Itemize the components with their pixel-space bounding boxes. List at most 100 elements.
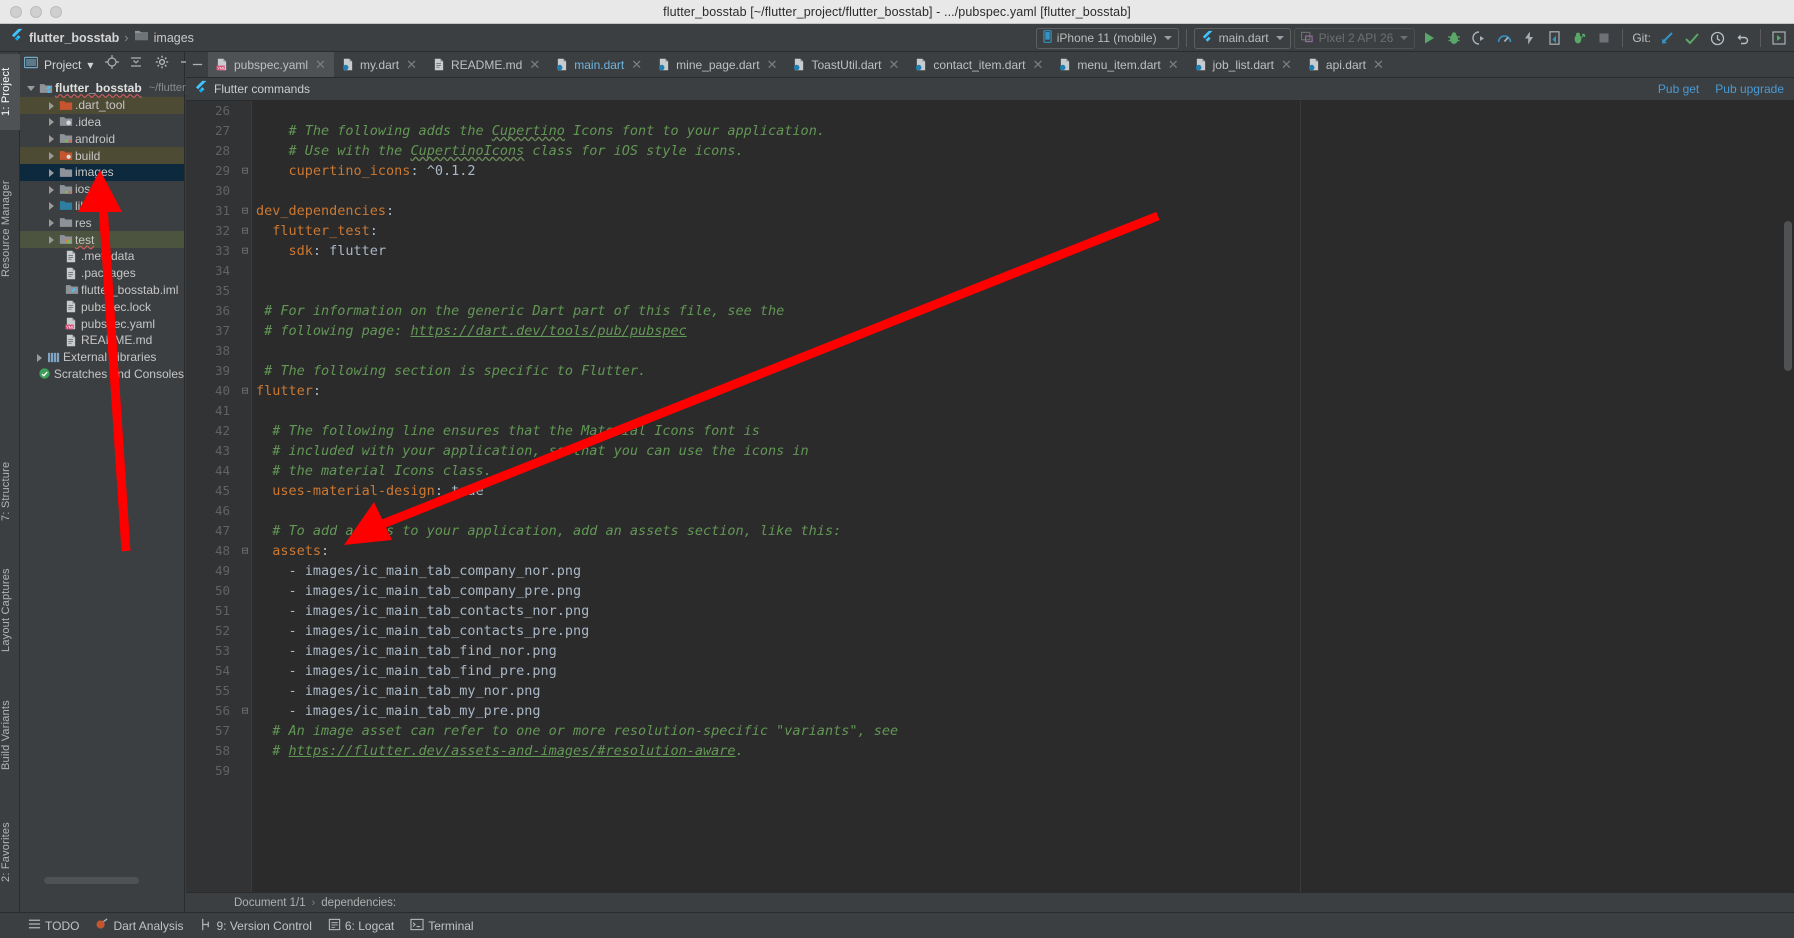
rail-item-resource-manager[interactable]: Resource Manager <box>0 160 20 298</box>
status-item-version-control[interactable]: 9: Version Control <box>199 918 312 934</box>
code-line[interactable]: 45 uses-material-design: true <box>186 481 1794 501</box>
breadcrumb-project[interactable]: flutter_bosstab <box>29 31 119 45</box>
history-icon[interactable] <box>1706 27 1728 49</box>
debug-icon[interactable] <box>1443 27 1465 49</box>
close-icon[interactable]: ✕ <box>1032 57 1043 73</box>
chevron-right-icon[interactable] <box>47 134 56 144</box>
search-everywhere-icon[interactable] <box>1768 27 1790 49</box>
hide-tabs-icon[interactable] <box>186 52 208 77</box>
attach-debugger-icon[interactable] <box>1543 27 1565 49</box>
code-line[interactable]: 27 # The following adds the Cupertino Ic… <box>186 121 1794 141</box>
code-line[interactable]: 33 ⊟ sdk: flutter <box>186 241 1794 261</box>
tree-row-flutter-bosstab[interactable]: flutter_bosstab ~/flutter_ <box>20 80 192 97</box>
chevron-right-icon[interactable] <box>47 101 56 110</box>
tab-toastutil-dart[interactable]: ToastUtil.dart ✕ <box>785 52 907 77</box>
close-icon[interactable]: ✕ <box>1168 57 1179 73</box>
status-item-dart-analysis[interactable]: Dart Analysis <box>95 917 183 934</box>
tab-menu-item-dart[interactable]: menu_item.dart ✕ <box>1051 52 1186 77</box>
code-line[interactable]: 31 ⊟ dev_dependencies: <box>186 201 1794 221</box>
collapse-all-icon[interactable] <box>129 55 143 74</box>
code-line[interactable]: 49 - images/ic_main_tab_company_nor.png <box>186 561 1794 581</box>
tab-contact-item-dart[interactable]: contact_item.dart ✕ <box>907 52 1051 77</box>
code-line[interactable]: 37 # following page: https://dart.dev/to… <box>186 321 1794 341</box>
fold-marker-icon[interactable]: ⊟ <box>239 161 251 181</box>
open-devtools-icon[interactable] <box>1568 27 1590 49</box>
rail-item-project[interactable]: 1: Project <box>0 54 20 130</box>
tree-row-lib[interactable]: lib <box>20 198 184 215</box>
update-project-icon[interactable] <box>1656 27 1678 49</box>
project-tree-horizontal-scrollbar[interactable] <box>44 877 139 884</box>
tree-row-android[interactable]: android <box>20 130 184 147</box>
document-indicator[interactable]: Document 1/1 <box>234 897 306 909</box>
code-line[interactable]: 51 - images/ic_main_tab_contacts_nor.png <box>186 601 1794 621</box>
fold-marker-icon[interactable]: ⊟ <box>239 201 251 221</box>
chevron-right-icon[interactable] <box>47 218 56 228</box>
code-line[interactable]: 38 <box>186 341 1794 361</box>
tab-pubspec-yaml[interactable]: YML pubspec.yaml ✕ <box>208 52 334 77</box>
tree-row-metadata[interactable]: .metadata <box>20 248 184 265</box>
fold-marker-icon[interactable]: ⊟ <box>239 381 251 401</box>
status-item-terminal[interactable]: Terminal <box>410 918 474 934</box>
chevron-right-icon[interactable] <box>47 151 56 161</box>
code-line[interactable]: 59 <box>186 761 1794 781</box>
close-icon[interactable]: ✕ <box>315 57 326 73</box>
code-line[interactable]: 43 # included with your application, so … <box>186 441 1794 461</box>
tab-main-dart[interactable]: main.dart ✕ <box>548 52 650 77</box>
tab-api-dart[interactable]: api.dart ✕ <box>1300 52 1392 77</box>
code-line[interactable]: 29 ⊟ cupertino_icons: ^0.1.2 <box>186 161 1794 181</box>
device-selector[interactable]: iPhone 11 (mobile) <box>1035 27 1179 49</box>
rail-item-layout-captures[interactable]: Layout Captures <box>0 549 20 671</box>
fold-marker-icon[interactable]: ⊟ <box>239 241 251 261</box>
status-item-logcat[interactable]: 6: Logcat <box>328 918 394 934</box>
tree-row-dart-tool[interactable]: .dart_tool <box>20 96 184 114</box>
tree-row-scratches[interactable]: Scratches and Consoles <box>20 366 184 383</box>
code-line[interactable]: 48 ⊟ assets: <box>186 541 1794 561</box>
fold-marker-icon[interactable]: ⊟ <box>239 541 251 561</box>
code-line[interactable]: 30 <box>186 181 1794 201</box>
close-icon[interactable]: ✕ <box>631 57 642 73</box>
code-line[interactable]: 41 <box>186 401 1794 421</box>
tree-row-external-libraries[interactable]: External Libraries <box>20 349 184 366</box>
tab-readme-md[interactable]: README.md ✕ <box>425 52 548 77</box>
code-editor[interactable]: 26 27 # The following adds the Cupertino … <box>186 101 1794 912</box>
project-panel-title[interactable]: Project <box>44 58 81 72</box>
tree-row-test[interactable]: test <box>20 231 184 248</box>
code-line[interactable]: 55 - images/ic_main_tab_my_nor.png <box>186 681 1794 701</box>
profile-icon[interactable] <box>1468 27 1490 49</box>
code-line[interactable]: 28 # Use with the CupertinoIcons class f… <box>186 141 1794 161</box>
chevron-down-icon[interactable] <box>27 84 36 93</box>
close-icon[interactable]: ✕ <box>767 57 778 73</box>
close-icon[interactable]: ✕ <box>1373 57 1384 73</box>
fold-marker-icon[interactable]: ⊟ <box>239 221 251 241</box>
chevron-right-icon[interactable] <box>47 185 56 194</box>
code-line[interactable]: 42 # The following line ensures that the… <box>186 421 1794 441</box>
editor-vertical-scrollbar[interactable] <box>1782 101 1794 912</box>
tree-row-pubspec-lock[interactable]: pubspec.lock <box>20 298 184 315</box>
rail-item-build-variants[interactable]: Build Variants <box>0 680 20 790</box>
tab-job-list-dart[interactable]: job_list.dart ✕ <box>1187 52 1300 77</box>
code-line[interactable]: 39 # The following section is specific t… <box>186 361 1794 381</box>
run-configuration-selector[interactable]: main.dart <box>1193 27 1291 49</box>
code-line[interactable]: 52 - images/ic_main_tab_contacts_pre.png <box>186 621 1794 641</box>
pub-upgrade-link[interactable]: Pub upgrade <box>1715 82 1784 96</box>
rail-item-favorites[interactable]: 2: Favorites <box>0 800 20 904</box>
scrollbar-thumb[interactable] <box>1784 221 1792 371</box>
chevron-right-icon[interactable] <box>47 235 56 245</box>
breadcrumb-node[interactable]: dependencies: <box>321 897 396 909</box>
chevron-right-icon[interactable] <box>35 353 44 362</box>
code-line[interactable]: 40 ⊟ flutter: <box>186 381 1794 401</box>
code-line[interactable]: 26 <box>186 101 1794 121</box>
tree-row-readme[interactable]: README.md <box>20 332 184 349</box>
tree-row-iml[interactable]: flutter_bosstab.iml <box>20 282 184 299</box>
tab-mine-page-dart[interactable]: mine_page.dart ✕ <box>650 52 785 77</box>
tree-row-packages[interactable]: .packages <box>20 265 184 282</box>
tree-row-res[interactable]: res <box>20 214 184 231</box>
gear-icon[interactable] <box>155 55 169 74</box>
code-line[interactable]: 50 - images/ic_main_tab_company_pre.png <box>186 581 1794 601</box>
chevron-right-icon[interactable] <box>47 168 56 177</box>
code-line[interactable]: 35 <box>186 281 1794 301</box>
code-line[interactable]: 34 <box>186 261 1794 281</box>
close-icon[interactable]: ✕ <box>1281 57 1292 73</box>
flash-icon[interactable] <box>1518 27 1540 49</box>
chevron-right-icon[interactable] <box>47 201 56 211</box>
